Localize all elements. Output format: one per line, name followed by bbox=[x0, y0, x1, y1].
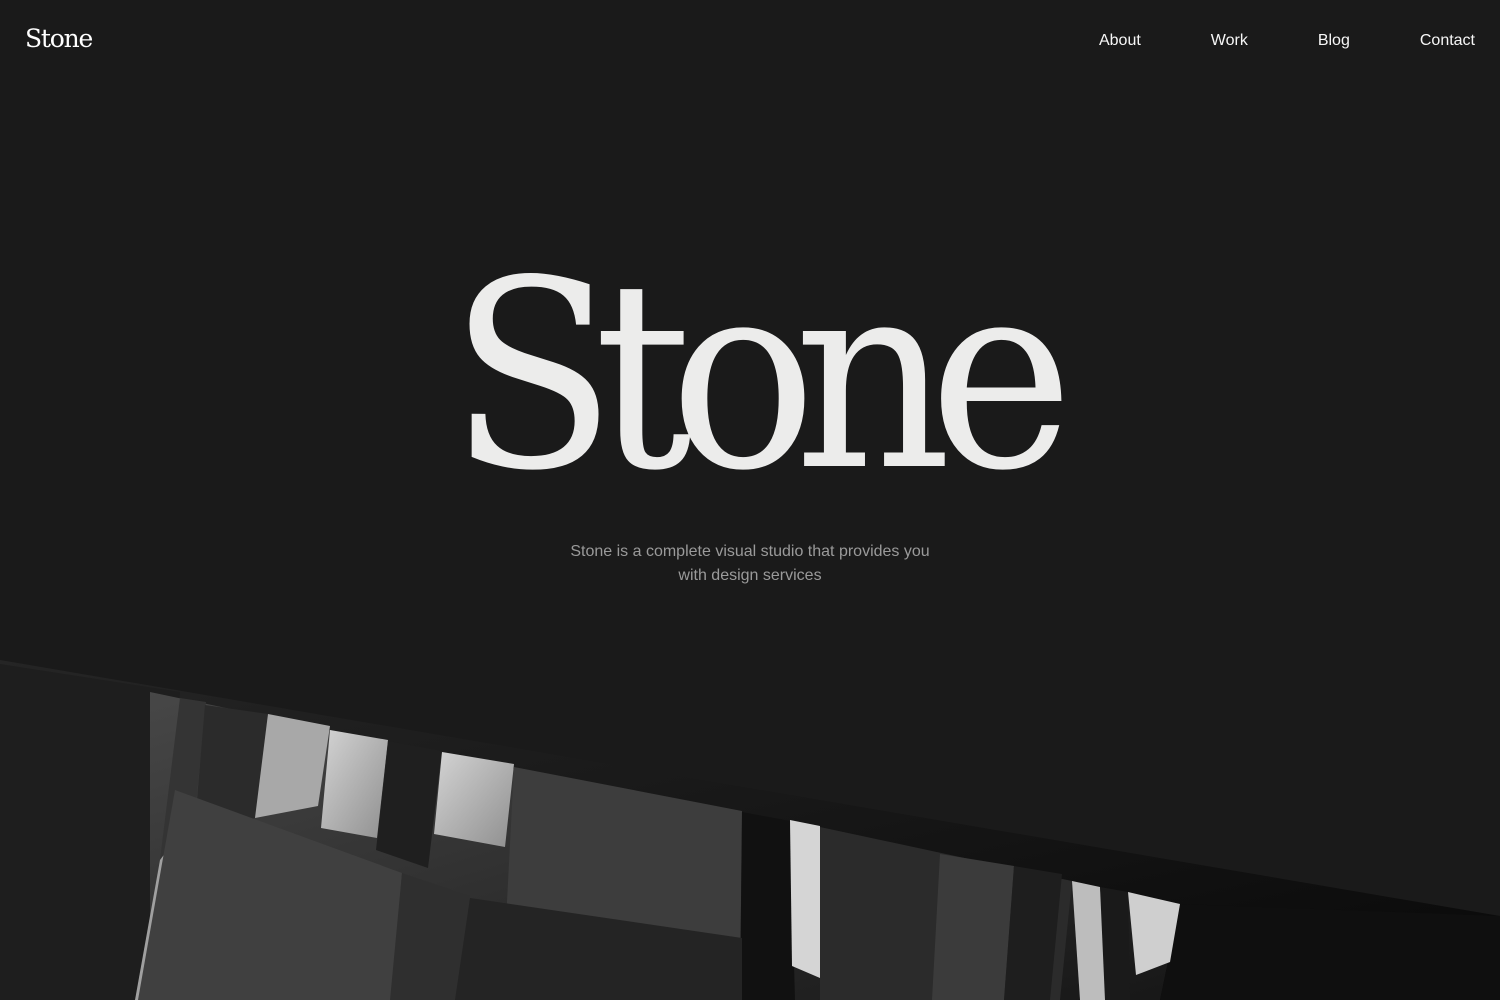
landing-page: Stone About Work Blog Contact Stone Ston… bbox=[0, 0, 1500, 1000]
main-navigation: About Work Blog Contact bbox=[1099, 30, 1475, 52]
hero-section: Stone Stone is a complete visual studio … bbox=[0, 0, 1500, 650]
architecture-photo bbox=[0, 640, 1500, 1000]
architecture-photo-graphic bbox=[0, 660, 1500, 1000]
site-header: Stone About Work Blog Contact bbox=[0, 0, 1500, 80]
nav-link-about[interactable]: About bbox=[1099, 31, 1141, 51]
nav-link-blog[interactable]: Blog bbox=[1318, 31, 1350, 51]
hero-subtitle: Stone is a complete visual studio that p… bbox=[570, 543, 930, 584]
hero-title: Stone bbox=[448, 226, 1074, 528]
nav-link-work[interactable]: Work bbox=[1211, 31, 1248, 51]
brand-logo[interactable]: Stone bbox=[25, 24, 93, 54]
nav-link-contact[interactable]: Contact bbox=[1420, 31, 1475, 51]
